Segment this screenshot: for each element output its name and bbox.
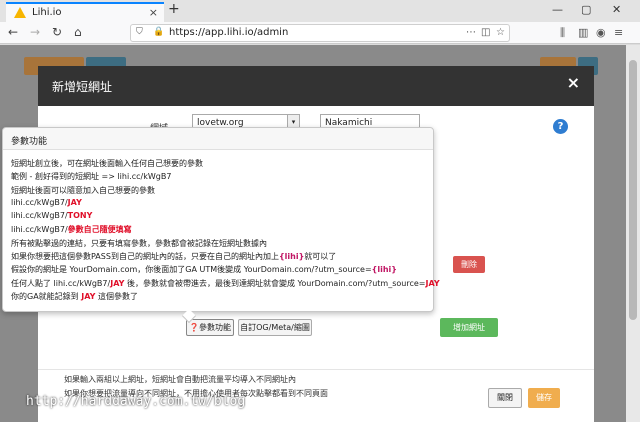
new-tab-button[interactable]: + [168,1,180,17]
popover-line: lihi.cc/kWgB7/JAY [11,198,440,211]
sidebar-icon[interactable]: ▥ [578,26,588,39]
popover-text: TONY [67,211,93,221]
library-icon[interactable]: ⫼ [560,26,565,40]
popover-text: 參數自己隨便填寫 [67,225,132,235]
divider [38,369,594,370]
param-help-popover: 參數功能 短網址創立後，可在網址後面輸入任何自己想要的參數 範例 - 創好得到的短… [2,127,440,324]
tab-bar: Lihi.io × + — ▢ ✕ [0,0,640,22]
address-bar[interactable]: ⛉ 🔒 https://app.lihi.io/admin ⋯ ◫ ☆ [130,24,510,42]
modal-header: 新增短網址 × [38,66,594,106]
minimize-icon[interactable]: — [552,3,563,16]
tab-title: Lihi.io [32,7,62,18]
scrollbar-thumb[interactable] [629,60,637,320]
home-icon[interactable]: ⌂ [74,25,82,39]
popover-text: JAY [110,278,125,288]
lock-icon: 🔒 [153,27,165,37]
shield-icon: ⛉ [136,27,143,37]
bookmark-star-icon[interactable]: ☆ [496,27,505,38]
popover-line: 所有被點擊過的連結，只要有填寫參數，參數都會被記錄在短網址數據內 [11,238,440,251]
popover-text: {lihi} [278,252,305,262]
popover-text: lihi.cc/kWgB7/ [11,225,68,235]
reload-icon[interactable]: ↻ [52,25,62,39]
popover-line: 如果你想要把這個參數PASS到自己的網址內的話，只要在自己的網址內加上{lihi… [11,251,440,264]
modal-close-icon[interactable]: × [567,73,580,92]
popover-text: JAY [81,291,96,301]
maximize-icon[interactable]: ▢ [581,3,591,16]
pocket-icon[interactable]: ◫ [481,27,490,38]
popover-text: 這個參數了 [95,291,138,301]
popover-text: 短網址後面可以隨意加入自己想要的參數 [11,185,155,195]
popover-line: 短網址創立後，可在網址後面輸入任何自己想要的參數 [11,158,440,171]
popover-line: 任何人點了 lihi.cc/kWgB7/JAY 後，參數就會被帶進去，最後到達網… [11,278,440,291]
popover-body: 短網址創立後，可在網址後面輸入任何自己想要的參數 範例 - 創好得到的短網址 =>… [11,158,440,304]
popover-text: 任何人點了 lihi.cc/kWgB7/ [11,278,111,288]
delete-button[interactable]: 刪除 [453,256,485,273]
window-close-icon[interactable]: ✕ [612,3,621,16]
popover-line: 假設你的網址是 YourDomain.com，你後面加了GA UTM後變成 Yo… [11,264,440,277]
modal-title: 新增短網址 [52,80,113,94]
footnote-line: 如果輸入兩組以上網址，短網址會自動把流量平均導入不同網址內 [64,375,296,384]
popover-line: 範例 - 創好得到的短網址 => lihi.cc/kWgB7 [11,171,440,184]
nav-bar: ← → ↻ ⌂ ⛉ 🔒 https://app.lihi.io/admin ⋯ … [0,22,640,44]
menu-icon[interactable]: ≡ [614,26,623,39]
popover-text: 後，參數就會被帶進去，最後到達網址就會變成 YourDomain.com/?ut… [124,278,426,288]
browser-tab[interactable]: Lihi.io × [6,2,164,22]
popover-text: JAY [67,197,82,207]
save-button[interactable]: 儲存 [528,388,560,408]
popover-text: 假設你的網址是 YourDomain.com，你後面加了GA UTM後變成 Yo… [11,265,372,275]
page-actions-icon[interactable]: ⋯ [466,27,476,38]
popover-text: 你的GA就能記錄到 [11,291,82,301]
popover-header: 參數功能 [3,128,433,150]
help-icon[interactable]: ? [553,119,568,134]
forward-icon[interactable]: → [30,25,40,39]
popover-line: lihi.cc/kWgB7/TONY [11,211,440,224]
param-feature-label: 參數功能 [198,323,231,332]
lihi-logo-icon [14,7,26,18]
custom-og-button[interactable]: 自訂OG/Meta/縮圖 [238,319,312,336]
close-button[interactable]: 關閉 [488,388,522,408]
popover-line: 你的GA就能記錄到 JAY 這個參數了 [11,291,440,304]
popover-line: lihi.cc/kWgB7/參數自己隨便填寫 [11,224,440,237]
popover-text: 範例 - 創好得到的短網址 => lihi.cc/kWgB7 [11,172,172,182]
watermark: http://harddaway.com.tw/blog [26,394,246,409]
popover-line: 短網址後面可以隨意加入自己想要的參數 [11,185,440,198]
popover-text: lihi.cc/kWgB7/ [11,211,68,221]
popover-title: 參數功能 [11,137,48,147]
popover-text: 就可以了 [304,252,337,262]
tab-close-icon[interactable]: × [149,6,158,19]
add-url-button[interactable]: 增加網址 [440,318,498,337]
param-feature-button[interactable]: ❓參數功能 [186,319,234,336]
question-icon: ❓ [189,323,199,332]
popover-text: lihi.cc/kWgB7/ [11,197,68,207]
popover-text: JAY [425,278,440,288]
url-text[interactable]: https://app.lihi.io/admin [169,27,288,38]
popover-text: {lihi} [371,265,397,275]
back-icon[interactable]: ← [8,25,18,39]
popover-text: 如果你想要把這個參數PASS到自己的網址內的話，只要在自己的網址內加上 [11,252,279,262]
account-icon[interactable]: ◉ [596,26,606,39]
popover-text: 短網址創立後，可在網址後面輸入任何自己想要的參數 [11,159,203,168]
popover-text: 所有被點擊過的連結，只要有填寫參數，參數都會被記錄在短網址數據內 [11,238,267,248]
